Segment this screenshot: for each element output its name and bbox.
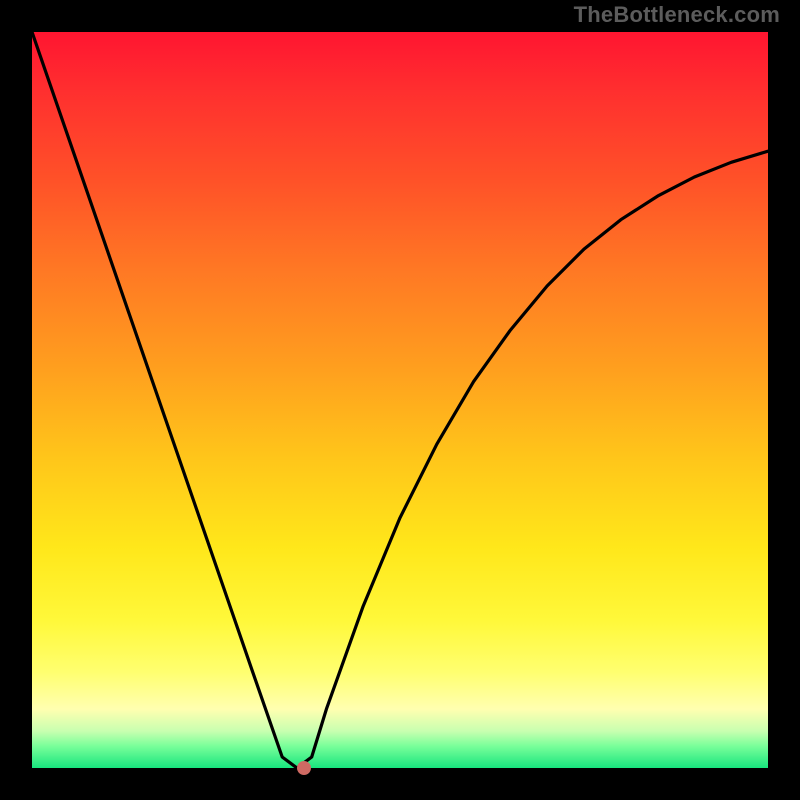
watermark-text: TheBottleneck.com [574,2,780,28]
chart-frame: TheBottleneck.com [0,0,800,800]
plot-area [32,32,768,768]
optimum-marker [297,761,311,775]
curve-path [32,32,768,768]
bottleneck-curve [32,32,768,768]
